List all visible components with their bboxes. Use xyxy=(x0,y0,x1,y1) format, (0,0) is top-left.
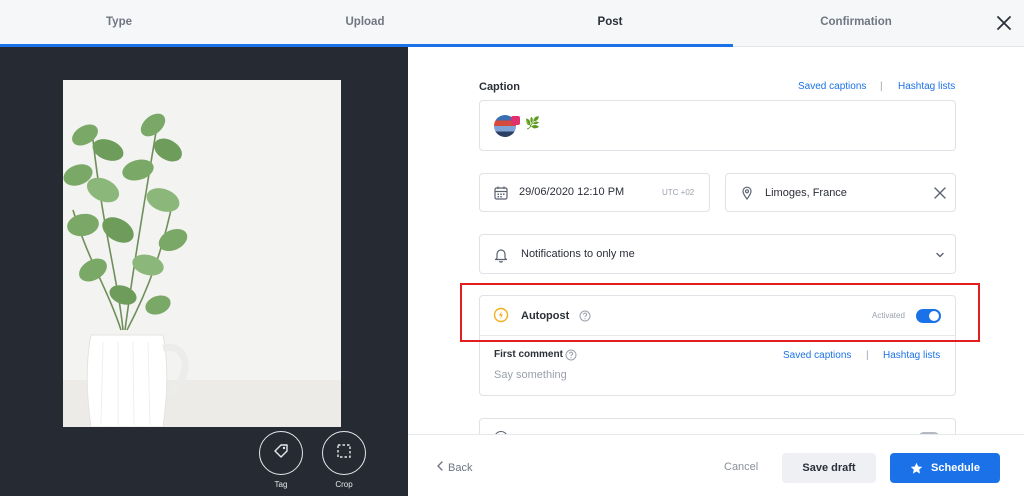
step-post[interactable]: Post xyxy=(492,0,728,47)
instagram-badge-icon xyxy=(511,116,520,125)
next-option-card[interactable] xyxy=(479,418,956,434)
step-bar: Type Upload Post Confirmation xyxy=(0,0,1024,47)
chevron-left-icon xyxy=(436,461,444,474)
caption-input[interactable]: 🌿 xyxy=(479,100,956,151)
caption-link-separator: | xyxy=(880,81,883,92)
post-form: Caption Saved captions | Hashtag lists 🌿… xyxy=(408,47,1024,434)
back-label: Back xyxy=(448,461,473,474)
autopost-label: Autopost xyxy=(521,310,570,322)
datetime-value: 29/06/2020 12:10 PM xyxy=(519,186,625,198)
first-comment-help-icon[interactable] xyxy=(565,348,577,366)
timezone-label: UTC +02 xyxy=(662,188,695,197)
crop-icon xyxy=(335,442,353,465)
first-comment-hashtag-lists-link[interactable]: Hashtag lists xyxy=(883,350,940,361)
first-comment-label: First comment xyxy=(494,349,563,360)
save-draft-button[interactable]: Save draft xyxy=(782,453,876,483)
back-button[interactable]: Back xyxy=(436,461,472,474)
star-icon xyxy=(910,462,923,475)
help-icon[interactable] xyxy=(579,309,591,327)
bell-icon xyxy=(493,247,509,268)
notifications-select[interactable]: Notifications to only me xyxy=(479,234,956,274)
close-icon[interactable] xyxy=(992,11,1016,35)
tag-button[interactable] xyxy=(259,431,303,475)
tag-label: Tag xyxy=(274,480,288,489)
location-field[interactable]: Limoges, France xyxy=(725,173,956,212)
action-bar: Back Cancel Save draft Schedule xyxy=(408,434,1024,496)
first-comment-link-separator: | xyxy=(866,350,869,361)
step-type[interactable]: Type xyxy=(0,0,238,47)
autopost-status: Activated xyxy=(872,311,905,320)
media-preview-panel: Tag Crop xyxy=(0,47,408,496)
chevron-down-icon xyxy=(933,248,947,267)
notifications-value: Notifications to only me xyxy=(521,248,635,260)
autopost-card: Autopost Activated First comment Saved c… xyxy=(479,295,956,396)
caption-saved-captions-link[interactable]: Saved captions xyxy=(798,81,866,92)
autopost-toggle[interactable] xyxy=(916,309,941,323)
caption-label: Caption xyxy=(479,81,520,93)
step-confirmation[interactable]: Confirmation xyxy=(738,0,974,47)
crop-label: Crop xyxy=(335,480,353,489)
caption-emoji: 🌿 xyxy=(525,116,540,130)
divider xyxy=(480,335,955,336)
schedule-label: Schedule xyxy=(931,462,980,474)
calendar-icon xyxy=(493,185,509,206)
post-photo xyxy=(63,80,341,427)
location-value: Limoges, France xyxy=(765,187,847,199)
tag-icon xyxy=(272,442,290,465)
clear-location-icon[interactable] xyxy=(932,185,948,206)
location-pin-icon xyxy=(739,185,755,206)
crop-button[interactable] xyxy=(322,431,366,475)
first-comment-input[interactable]: Say something xyxy=(494,369,567,381)
cancel-button[interactable]: Cancel xyxy=(724,461,758,473)
datetime-field[interactable]: 29/06/2020 12:10 PM UTC +02 xyxy=(479,173,710,212)
step-upload[interactable]: Upload xyxy=(238,0,492,47)
schedule-button[interactable]: Schedule xyxy=(890,453,1000,483)
caption-hashtag-lists-link[interactable]: Hashtag lists xyxy=(898,81,955,92)
first-comment-saved-captions-link[interactable]: Saved captions xyxy=(783,350,851,361)
autopost-icon xyxy=(493,307,509,328)
